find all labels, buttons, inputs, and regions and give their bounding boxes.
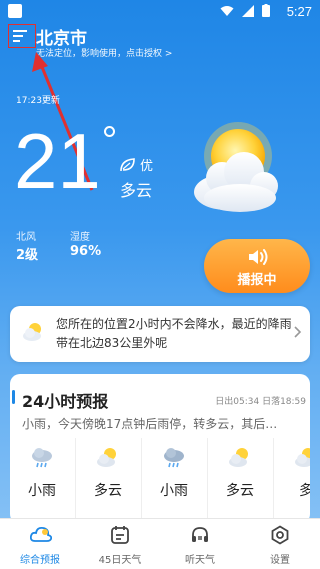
rain-cloud-icon: [32, 448, 52, 468]
notification-icon: [8, 4, 22, 18]
settings-icon: [271, 525, 289, 545]
forecast-item[interactable]: 小雨: [10, 438, 74, 520]
forecast-summary: 小雨，今天傍晚17点钟后雨停，转多云，其后…: [22, 417, 278, 431]
bottom-navigation: 综合预报 45日天气 听天气 设置: [0, 518, 320, 569]
wind-label: 北风: [16, 232, 36, 243]
forecast-item-label: 小雨: [28, 483, 56, 499]
wind-value: 2级: [16, 248, 39, 263]
forecast-item-label: 多云: [226, 483, 254, 499]
signal-icon: [242, 4, 254, 17]
partly-cloudy-icon: [229, 448, 248, 467]
sunset-time: 日落18:59: [262, 397, 306, 407]
speaker-icon: [249, 249, 268, 265]
forecast-item[interactable]: 多云: [76, 438, 140, 520]
headphones-icon: [192, 527, 208, 542]
forecast-title: 24小时预报: [22, 392, 109, 411]
broadcast-button[interactable]: 播报中: [204, 239, 310, 293]
sun-cloud-icon: [194, 122, 278, 212]
clock: 5:27: [286, 4, 312, 19]
section-marker: [12, 390, 15, 404]
menu-icon: [13, 30, 27, 42]
partly-cloudy-icon: [295, 448, 310, 467]
air-quality[interactable]: 优: [120, 155, 153, 174]
forecast-item-label: 小雨: [160, 483, 188, 499]
forecast-item[interactable]: 多: [274, 438, 310, 520]
humidity-value: 96%: [70, 244, 102, 259]
nav-item-label: 综合预报: [20, 555, 60, 566]
forecast-item-label: 多云: [94, 483, 122, 499]
rain-cloud-icon: [164, 448, 184, 468]
nav-item-settings[interactable]: 设置: [240, 519, 320, 569]
nav-item-label: 45日天气: [98, 555, 142, 566]
rain-alert-card[interactable]: 您所在的位置2小时内不会降水，最近的降雨带在北边83公里外呢: [10, 306, 310, 362]
forecast-item[interactable]: 多云: [208, 438, 272, 520]
rain-alert-text: 您所在的位置2小时内不会降水，最近的降雨带在北边83公里外呢: [56, 317, 292, 350]
nav-item-forecast[interactable]: 综合预报: [0, 519, 80, 569]
calendar-icon: [111, 526, 129, 544]
update-time: 17:23更新: [16, 96, 60, 106]
cloud-icon: [30, 526, 52, 542]
current-temperature: 21: [14, 117, 101, 205]
status-bar: 5:27: [0, 0, 320, 24]
broadcast-label: 播报中: [237, 273, 277, 288]
chevron-right-icon: [294, 326, 302, 338]
sunrise-time: 日出05:34: [215, 397, 260, 407]
partly-cloudy-icon: [23, 323, 41, 341]
location-permission-link[interactable]: 无法定位，影响使用，点击授权 >: [36, 46, 172, 59]
sunrise-sunset: 日出05:34 日落18:59: [215, 394, 306, 407]
nav-item-label: 听天气: [185, 555, 215, 566]
humidity-label: 湿度: [70, 232, 90, 243]
degree-symbol: [104, 126, 115, 137]
nav-item-listen[interactable]: 听天气: [160, 519, 240, 569]
nav-item-label: 设置: [270, 555, 290, 566]
wifi-icon: [220, 5, 234, 16]
forecast-item[interactable]: 小雨: [142, 438, 206, 520]
hourly-forecast-list[interactable]: 小雨 多云 小雨 多云 多: [10, 438, 310, 520]
menu-button[interactable]: [8, 24, 36, 48]
air-quality-label: 优: [140, 159, 154, 174]
weather-condition: 多云: [120, 181, 153, 200]
partly-cloudy-icon: [97, 448, 116, 467]
nav-item-45day[interactable]: 45日天气: [80, 519, 160, 569]
forecast-item-label: 多: [299, 483, 310, 499]
leaf-icon: [120, 157, 135, 171]
battery-icon: [262, 4, 270, 17]
